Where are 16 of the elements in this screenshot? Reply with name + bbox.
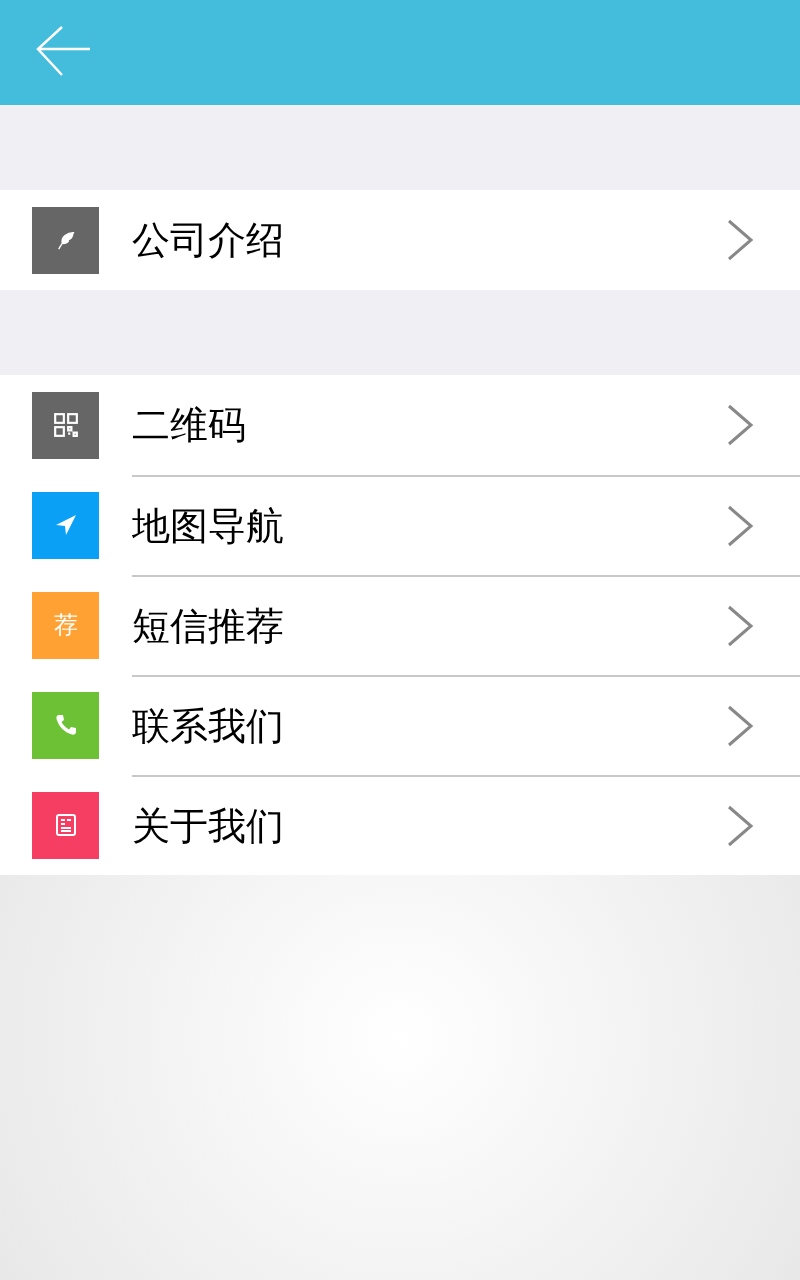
phone-icon [53,713,78,737]
item-label: 二维码 [132,401,247,449]
chevron-right-icon [726,605,754,647]
chevron-right-icon [726,219,754,261]
item-label: 短信推荐 [132,602,285,650]
item-label: 公司介绍 [132,216,285,264]
chevron-right-icon [726,505,754,547]
chevron-right-icon [726,404,754,446]
item-label: 地图导航 [132,502,285,550]
qr-code-icon [52,412,79,438]
document-icon [53,813,78,837]
chevron-right-icon [726,805,754,847]
icon-label: 荐 [53,613,78,637]
chevron-right-icon [726,705,754,747]
item-label: 关于我们 [132,802,285,850]
item-label: 联系我们 [132,702,285,750]
